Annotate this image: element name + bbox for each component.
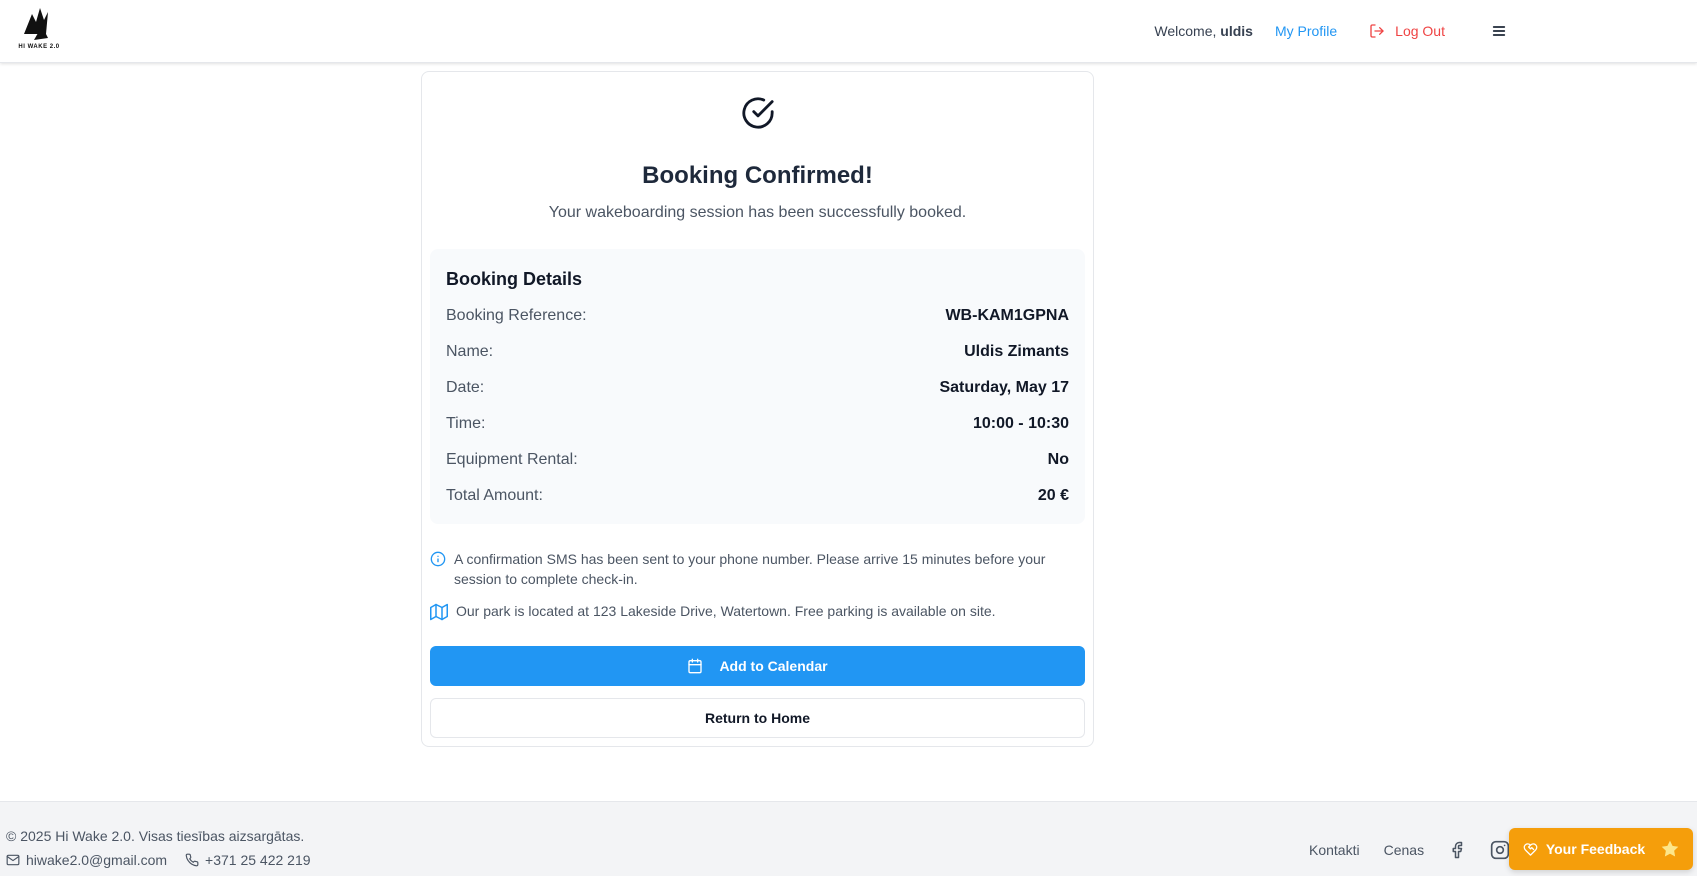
footer: © 2025 Hi Wake 2.0. Visas tiesības aizsa… (0, 801, 1697, 876)
info-icon (430, 551, 446, 567)
logo[interactable]: HI WAKE 2.0 (14, 4, 64, 56)
logout-icon (1370, 24, 1384, 38)
mail-icon (6, 854, 20, 866)
hamburger-menu-button[interactable] (1491, 23, 1507, 39)
detail-row-name: Name: Uldis Zimants (446, 343, 1069, 361)
confirmation-card: Booking Confirmed! Your wakeboarding ses… (421, 71, 1094, 747)
detail-value: Uldis Zimants (964, 343, 1069, 360)
top-navbar: HI WAKE 2.0 Welcome, uldis My Profile Lo… (0, 0, 1697, 63)
heart-handshake-icon (1523, 842, 1538, 856)
detail-value: 10:00 - 10:30 (972, 415, 1069, 432)
feedback-button[interactable]: Your Feedback (1509, 828, 1693, 870)
welcome-prefix: Welcome, (1154, 23, 1221, 39)
detail-row-date: Date: Saturday, May 17 (446, 379, 1069, 397)
location-notice-text: Our park is located at 123 Lakeside Driv… (456, 603, 996, 619)
feedback-label: Your Feedback (1545, 841, 1646, 857)
prices-link[interactable]: Cenas (1384, 842, 1424, 858)
map-icon (430, 603, 448, 621)
add-to-calendar-button[interactable]: Add to Calendar (430, 646, 1085, 686)
check-circle-icon (742, 97, 774, 129)
my-profile-link[interactable]: My Profile (1275, 23, 1337, 39)
logo-text: HI WAKE 2.0 (18, 44, 60, 50)
footer-links: Kontakti Cenas (1309, 840, 1510, 860)
logo-mark-icon (24, 8, 48, 40)
email-contact[interactable]: hiwake2.0@gmail.com (6, 852, 167, 868)
email-text: hiwake2.0@gmail.com (26, 852, 168, 868)
add-to-calendar-label: Add to Calendar (719, 658, 828, 674)
detail-row-reference: Booking Reference: WB-KAM1GPNA (446, 307, 1069, 325)
location-notice: Our park is located at 123 Lakeside Driv… (430, 601, 1080, 621)
copyright-text: © 2025 Hi Wake 2.0. Visas tiesības aizsa… (6, 828, 305, 844)
welcome-text: Welcome, uldis (1154, 23, 1253, 39)
detail-row-equipment: Equipment Rental: No (446, 451, 1069, 469)
detail-label: Booking Reference: (446, 307, 587, 324)
phone-text: +371 25 422 219 (205, 852, 311, 868)
user-nav: Welcome, uldis My Profile Log Out (1154, 0, 1507, 62)
instagram-icon[interactable] (1490, 840, 1510, 860)
star-icon (1661, 840, 1679, 857)
detail-label: Name: (446, 343, 494, 360)
hamburger-icon (1492, 26, 1506, 36)
detail-label: Equipment Rental: (446, 451, 578, 468)
facebook-icon[interactable] (1448, 841, 1466, 859)
contacts-link[interactable]: Kontakti (1309, 842, 1360, 858)
phone-icon (185, 853, 199, 867)
detail-value: WB-KAM1GPNA (945, 307, 1069, 324)
detail-row-time: Time: 10:00 - 10:30 (446, 415, 1069, 433)
detail-value: No (1047, 451, 1069, 468)
contact-info: hiwake2.0@gmail.com +371 25 422 219 (6, 852, 311, 868)
sms-notice: A confirmation SMS has been sent to your… (430, 549, 1080, 589)
phone-contact[interactable]: +371 25 422 219 (185, 852, 311, 868)
confirmation-subtitle: Your wakeboarding session has been succe… (548, 204, 967, 221)
logout-button[interactable]: Log Out (1369, 23, 1445, 39)
detail-value: 20 € (1037, 487, 1069, 504)
detail-label: Total Amount: (446, 487, 543, 504)
return-home-button[interactable]: Return to Home (430, 698, 1085, 738)
booking-details-title: Booking Details (446, 269, 583, 289)
detail-label: Time: (446, 415, 486, 432)
confirmation-title: Booking Confirmed! (642, 162, 873, 189)
detail-label: Date: (446, 379, 485, 396)
username: uldis (1220, 23, 1253, 39)
booking-details-panel: Booking Details Booking Reference: WB-KA… (430, 249, 1085, 524)
calendar-icon (688, 658, 703, 674)
sms-notice-text: A confirmation SMS has been sent to your… (454, 551, 1046, 587)
detail-row-total: Total Amount: 20 € (446, 487, 1069, 505)
logout-label: Log Out (1395, 23, 1445, 39)
detail-value: Saturday, May 17 (939, 379, 1069, 396)
